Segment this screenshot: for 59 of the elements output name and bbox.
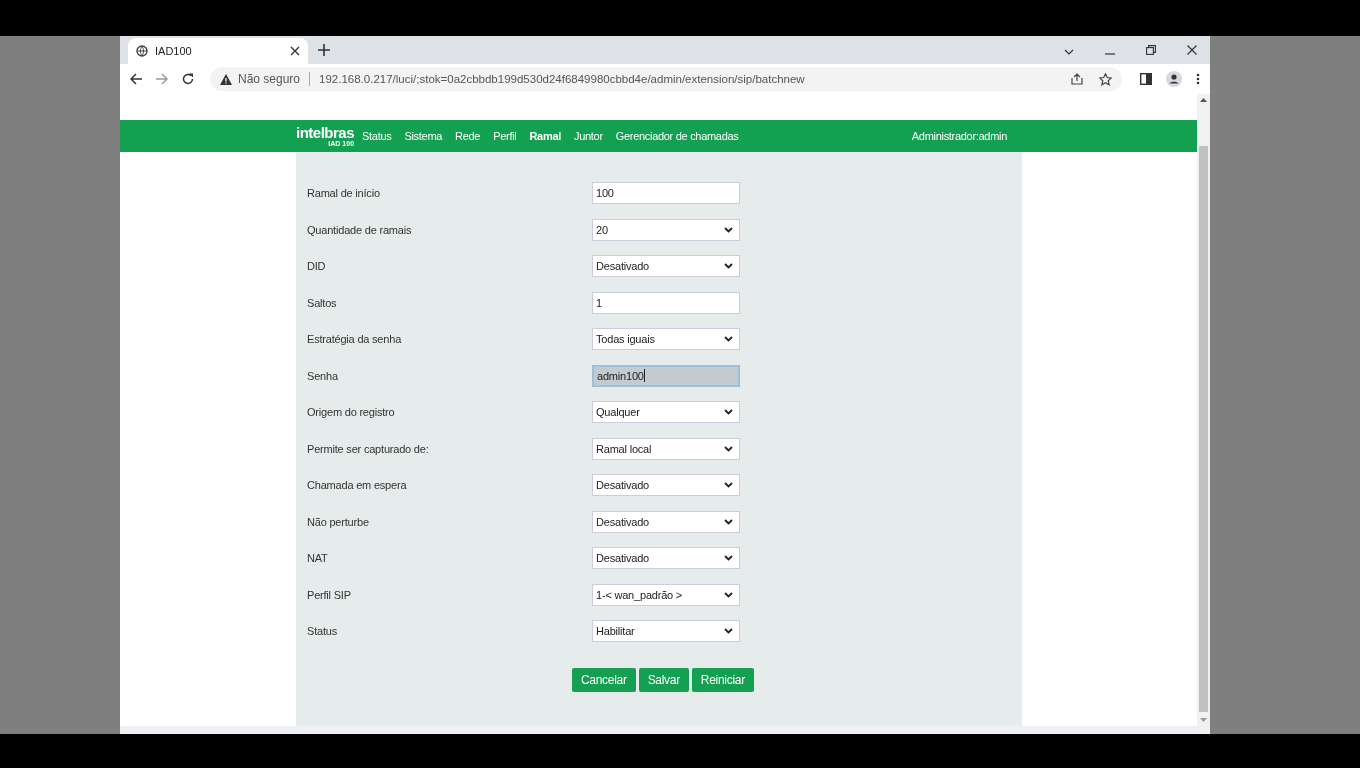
input-field[interactable]: 1 [592, 291, 740, 314]
field-label: Ramal de início [307, 187, 381, 200]
browser-tab[interactable]: IAD100 [128, 38, 308, 64]
dropdown[interactable]: Todas iguais [592, 328, 740, 351]
globe-icon [136, 45, 148, 57]
back-icon[interactable] [130, 73, 142, 85]
restore-icon[interactable] [1146, 45, 1156, 55]
field-label: Quantidade de ramais [307, 223, 413, 236]
dropdown[interactable]: Habilitar [592, 620, 740, 643]
star-icon[interactable] [1099, 72, 1112, 86]
input-field[interactable]: 100 [592, 182, 740, 205]
field-label: NAT [307, 552, 329, 565]
field-label: Status [307, 625, 338, 638]
chevron-down-icon [724, 336, 733, 343]
scroll-up-icon[interactable] [1200, 98, 1207, 102]
dropdown[interactable]: Desativado [592, 474, 740, 497]
chevron-down-icon[interactable] [1064, 49, 1074, 55]
dropdown[interactable]: Ramal local [592, 437, 740, 460]
chevron-down-icon [724, 482, 733, 489]
chevron-down-icon [724, 628, 733, 635]
chevron-down-icon [724, 555, 733, 562]
chevron-down-icon [724, 263, 733, 270]
dropdown[interactable]: 1-< wan_padrão > [592, 583, 740, 606]
chevron-down-icon [724, 226, 733, 233]
dropdown[interactable]: Qualquer [592, 401, 740, 424]
close-icon[interactable] [290, 46, 300, 56]
warning-icon [220, 73, 232, 85]
field-label: DID [307, 260, 327, 273]
share-icon[interactable] [1071, 73, 1083, 85]
chevron-down-icon [724, 445, 733, 452]
input-field[interactable]: admin100 [592, 364, 740, 387]
url-text: 192.168.0.217/luci/;stok=0a2cbbdb199d530d24f6849980cbbd4e/admin/extension/sip/batchnew [319, 73, 805, 85]
profile-icon[interactable] [1166, 71, 1182, 87]
dropdown[interactable]: Desativado [592, 255, 740, 278]
scrollbar[interactable] [1197, 94, 1210, 726]
field-label: Perfil SIP [307, 588, 352, 601]
chevron-down-icon [724, 409, 733, 416]
chevron-down-icon [724, 591, 733, 598]
dropdown[interactable]: 20 [592, 218, 740, 241]
field-label: Não perturbe [307, 515, 370, 528]
reload-icon[interactable] [182, 73, 194, 85]
chevron-down-icon [724, 518, 733, 525]
security-label: Não seguro [238, 72, 301, 86]
field-label: Origem do registro [307, 406, 396, 419]
forward-icon[interactable] [156, 73, 168, 85]
tab-title: IAD100 [155, 45, 193, 57]
field-label: Estratégia da senha [307, 333, 403, 346]
field-label: Chamada em espera [307, 479, 408, 492]
user-label: Administrador:admin [911, 130, 1007, 142]
close-icon[interactable] [1187, 45, 1197, 55]
address-bar[interactable]: Não seguro 192.168.0.217/luci/;stok=0a2cbbdb199d530d24f6849980cbbd4e/admin/extension/sip/batchnew [210, 67, 1122, 91]
dropdown[interactable]: Desativado [592, 547, 740, 570]
field-label: Saltos [307, 296, 338, 309]
field-label: Senha [307, 369, 339, 382]
menu-icon[interactable] [1196, 73, 1200, 85]
field-label: Permite ser capturado de: [307, 442, 430, 455]
plus-icon[interactable] [318, 44, 330, 56]
side-panel-icon[interactable] [1140, 73, 1152, 85]
dropdown[interactable]: Desativado [592, 510, 740, 533]
